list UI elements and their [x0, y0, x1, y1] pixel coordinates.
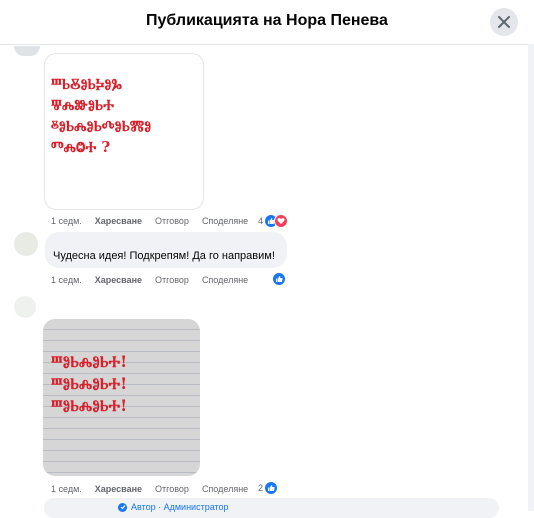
avatar[interactable]: [14, 296, 36, 318]
close-button[interactable]: [490, 8, 518, 36]
reaction-summary[interactable]: 4: [258, 214, 289, 228]
heart-icon: [274, 214, 289, 228]
comment-actions: 1 седм. Харесване Отговор Споделяне: [51, 275, 261, 285]
comment-bubble: Чудесна идея! Подкрепям! Да го направим!: [45, 232, 287, 268]
like-icon: [273, 273, 285, 285]
reaction-count: 4: [258, 216, 264, 226]
dialog-header: Публикацията на Нора Пенева: [0, 0, 534, 45]
next-comment-bubble: [44, 498, 499, 518]
comment-actions: 1 седм. Харесване Отговор Споделяне: [51, 216, 261, 226]
like-button[interactable]: Харесване: [95, 275, 142, 285]
share-button[interactable]: Споделяне: [202, 275, 248, 285]
comment-text: Чудесна идея! Подкрепям! Да го направим!: [53, 250, 275, 262]
avatar[interactable]: [14, 232, 38, 256]
reaction-summary[interactable]: 2: [258, 482, 278, 494]
image-text-line: ⰻⰑⰓⰎⰑⰓⰄⰑⰓⰏⰑ: [51, 117, 152, 135]
image-text-line: ⰞⰑⰓⰎⰑⰓⰀ!: [51, 374, 128, 393]
image-text-line: ⰞⰑⰓⰎⰑⰓⰀ!: [51, 352, 128, 371]
reply-button[interactable]: Отговор: [155, 484, 189, 494]
like-icon: [265, 482, 278, 494]
share-button[interactable]: Споделяне: [202, 216, 248, 226]
reaction-summary[interactable]: [273, 273, 285, 285]
comment-time[interactable]: 1 седм.: [51, 275, 82, 285]
comment-time[interactable]: 1 седм.: [51, 484, 82, 494]
reply-button[interactable]: Отговор: [155, 275, 189, 285]
verified-icon: [118, 502, 127, 512]
image-text-line: ⰕⰎⰙⰀ ?: [51, 138, 111, 156]
comment-image[interactable]: ⰞⰓⰋⰑⰓⰍⰑⰃ ⰛⰎⰖⰑⰓⰀ ⰻⰑⰓⰎⰑⰓⰄⰑⰓⰏⰑ ⰕⰎⰙⰀ ?: [44, 53, 204, 210]
image-text-line: ⰞⰓⰋⰑⰓⰍⰑⰃ: [51, 75, 122, 93]
avatar[interactable]: [14, 46, 40, 56]
image-text-line: ⰛⰎⰖⰑⰓⰀ: [51, 96, 114, 114]
reply-button[interactable]: Отговор: [155, 216, 189, 226]
comment-actions: 1 седм. Харесване Отговор Споделяне: [51, 484, 261, 494]
scrollbar[interactable]: [528, 44, 534, 511]
reaction-count: 2: [258, 483, 264, 493]
close-icon: [498, 16, 510, 28]
image-text-line: ⰞⰑⰓⰎⰑⰓⰀ!: [51, 396, 128, 415]
comment-image[interactable]: ⰞⰑⰓⰎⰑⰓⰀ! ⰞⰑⰓⰎⰑⰓⰀ! ⰞⰑⰓⰎⰑⰓⰀ!: [43, 319, 200, 476]
comment-time[interactable]: 1 седм.: [51, 216, 82, 226]
like-button[interactable]: Харесване: [95, 484, 142, 494]
dialog-title: Публикацията на Нора Пенева: [146, 12, 388, 29]
share-button[interactable]: Споделяне: [202, 484, 248, 494]
like-button[interactable]: Харесване: [95, 216, 142, 226]
